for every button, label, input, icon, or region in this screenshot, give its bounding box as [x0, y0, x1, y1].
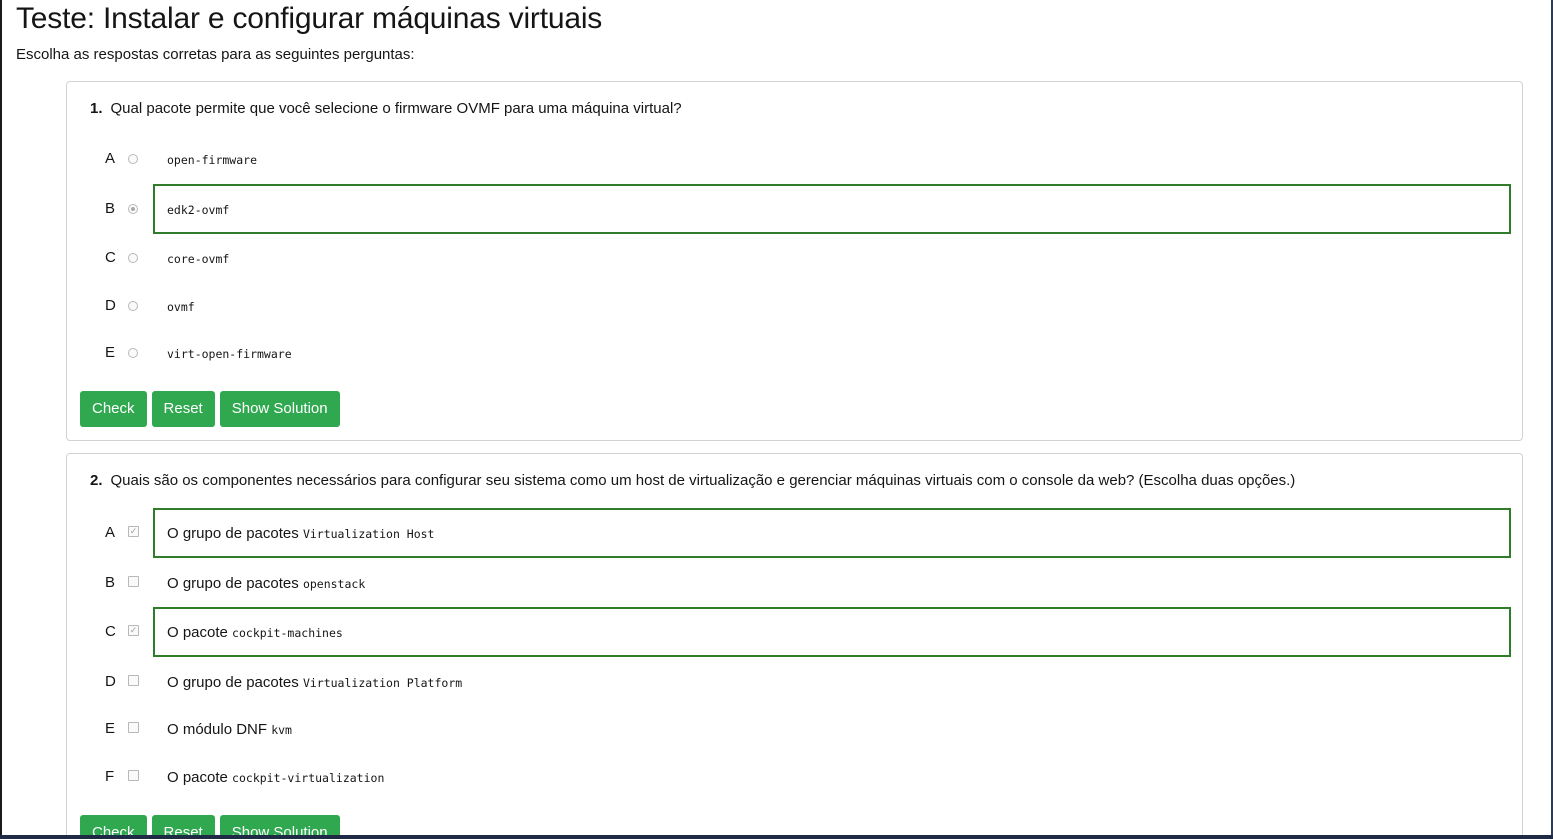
option-a[interactable]: A open-firmware: [67, 134, 1523, 184]
option-letter: B: [105, 574, 116, 591]
option-code: edk2-ovmf: [167, 203, 230, 217]
option-letter: A: [105, 524, 116, 541]
option-letter: F: [105, 768, 115, 785]
checkbox[interactable]: ✓: [128, 625, 139, 636]
option-c[interactable]: C ✓ O pacote cockpit-machines: [67, 607, 1523, 657]
option-label: core-ovmf: [167, 250, 229, 267]
check-button[interactable]: Check: [80, 391, 147, 427]
option-box[interactable]: open-firmware: [153, 134, 1511, 184]
option-code: cockpit-machines: [232, 626, 343, 640]
radio-button[interactable]: [128, 154, 138, 164]
option-c[interactable]: C core-ovmf: [67, 233, 1523, 283]
option-prefix: O grupo de pacotes: [167, 525, 303, 542]
option-letter: D: [105, 673, 116, 690]
option-label: O grupo de pacotes openstack: [167, 575, 365, 592]
option-box[interactable]: core-ovmf: [153, 233, 1511, 283]
option-label: ovmf: [167, 298, 195, 315]
question-header: 2. Quais são os componentes necessários p…: [90, 472, 1295, 489]
option-e[interactable]: E O módulo DNF kvm: [67, 704, 1523, 754]
option-prefix: O pacote: [167, 624, 233, 641]
option-code: kvm: [271, 723, 292, 737]
option-box[interactable]: O pacote cockpit-virtualization: [153, 752, 1511, 802]
option-prefix: O grupo de pacotes: [167, 674, 303, 691]
radio-button[interactable]: [128, 348, 138, 358]
checkbox[interactable]: [128, 722, 139, 733]
option-code: openstack: [302, 577, 366, 591]
option-code: virt-open-firmware: [167, 347, 292, 361]
page-title: Teste: Instalar e configurar máquinas vi…: [16, 2, 603, 35]
option-letter: C: [105, 249, 116, 266]
option-letter: A: [105, 150, 116, 167]
radio-button[interactable]: [128, 204, 138, 214]
option-label: O grupo de pacotes Virtualization Platfo…: [167, 674, 462, 691]
option-code: core-ovmf: [167, 252, 230, 266]
option-box[interactable]: O grupo de pacotes Virtualization Host: [153, 508, 1511, 558]
option-label: O pacote cockpit-machines: [167, 624, 343, 641]
option-label: O grupo de pacotes Virtualization Host: [167, 525, 435, 542]
option-box[interactable]: O grupo de pacotes Virtualization Platfo…: [153, 657, 1511, 707]
option-b[interactable]: B edk2-ovmf: [67, 184, 1523, 234]
option-box[interactable]: virt-open-firmware: [153, 328, 1511, 378]
question-text: Quais são os componentes necessários par…: [110, 472, 1296, 489]
question-text: Qual pacote permite que você selecione o…: [110, 100, 682, 117]
option-label: edk2-ovmf: [167, 201, 229, 218]
option-label: O pacote cockpit-virtualization: [167, 769, 384, 786]
checkbox[interactable]: [128, 770, 139, 781]
option-label: open-firmware: [167, 151, 257, 168]
option-prefix: O grupo de pacotes: [167, 575, 303, 592]
option-code: ovmf: [167, 300, 195, 314]
option-letter: E: [105, 344, 116, 361]
option-code: Virtualization Host: [302, 527, 435, 541]
option-box[interactable]: O grupo de pacotes openstack: [153, 558, 1511, 608]
option-e[interactable]: E virt-open-firmware: [67, 328, 1523, 378]
option-letter: C: [105, 623, 116, 640]
question-number: 2.: [90, 472, 103, 489]
radio-button[interactable]: [128, 301, 138, 311]
checkbox[interactable]: [128, 675, 139, 686]
option-a[interactable]: A ✓ O grupo de pacotes Virtualization Ho…: [67, 508, 1523, 558]
option-box[interactable]: edk2-ovmf: [153, 184, 1511, 234]
option-label: virt-open-firmware: [167, 345, 292, 362]
radio-button[interactable]: [128, 253, 138, 263]
option-b[interactable]: B O grupo de pacotes openstack: [67, 558, 1523, 608]
checkbox[interactable]: [128, 576, 139, 587]
reset-button[interactable]: Reset: [151, 391, 215, 427]
window-left-edge: [0, 0, 2, 839]
option-box[interactable]: O pacote cockpit-machines: [153, 607, 1511, 657]
option-prefix: O módulo DNF: [167, 721, 272, 738]
show-solution-button[interactable]: Show Solution: [219, 391, 340, 427]
option-letter: D: [105, 297, 116, 314]
taskbar-edge: [0, 835, 1553, 839]
option-prefix: O pacote: [167, 769, 233, 786]
question-card-1: 1. Qual pacote permite que você selecione…: [66, 81, 1523, 441]
option-code: cockpit-virtualization: [232, 771, 385, 785]
checkbox[interactable]: ✓: [128, 526, 139, 537]
page-subtitle: Escolha as respostas corretas para as se…: [16, 46, 415, 63]
option-d[interactable]: D O grupo de pacotes Virtualization Plat…: [67, 657, 1523, 707]
option-letter: B: [105, 200, 116, 217]
option-code: open-firmware: [167, 153, 258, 167]
button-row: Check Reset Show Solution: [80, 391, 345, 427]
option-code: Virtualization Platform: [302, 676, 463, 690]
question-card-2: 2. Quais são os componentes necessários p…: [66, 453, 1523, 839]
option-box[interactable]: O módulo DNF kvm: [153, 704, 1511, 754]
option-f[interactable]: F O pacote cockpit-virtualization: [67, 752, 1523, 802]
quiz-page: Teste: Instalar e configurar máquinas vi…: [0, 0, 1553, 839]
option-d[interactable]: D ovmf: [67, 281, 1523, 331]
option-letter: E: [105, 720, 116, 737]
question-number: 1.: [90, 100, 103, 117]
question-header: 1. Qual pacote permite que você selecione…: [90, 100, 682, 117]
option-label: O módulo DNF kvm: [167, 721, 292, 738]
option-box[interactable]: ovmf: [153, 281, 1511, 331]
